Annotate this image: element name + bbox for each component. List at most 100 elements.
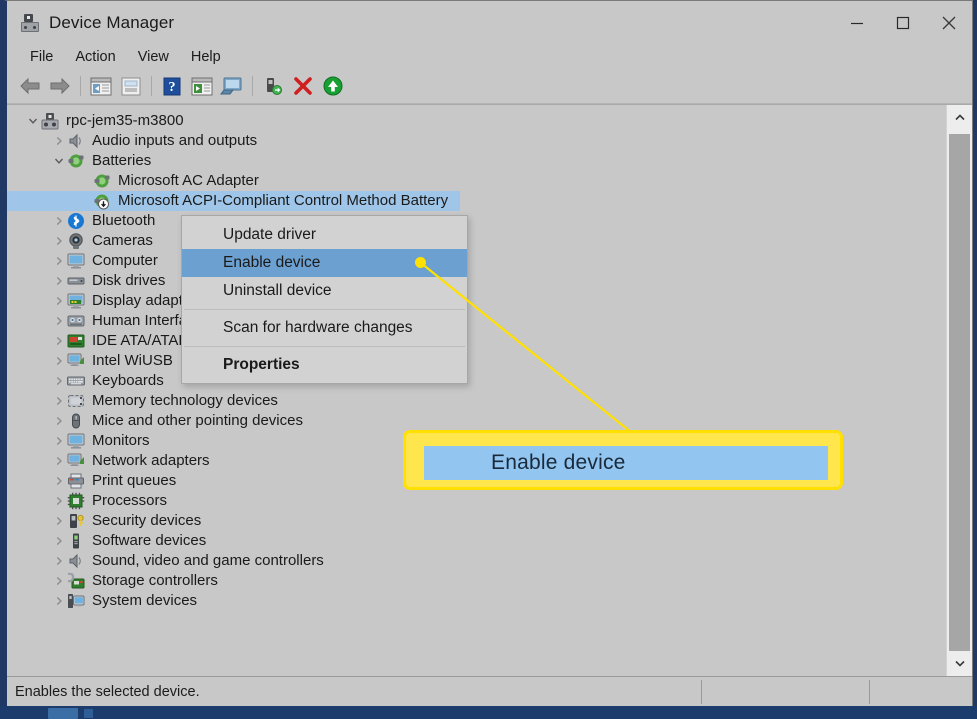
- security-device-icon: [67, 512, 85, 530]
- menu-bar: File Action View Help: [7, 45, 972, 69]
- network-adapter-icon: [67, 352, 85, 370]
- toolbar-separator: [151, 76, 152, 96]
- scroll-down-button[interactable]: [947, 651, 972, 676]
- context-menu-separator: [184, 309, 465, 310]
- tree-item[interactable]: Processors: [7, 491, 947, 511]
- tree-item[interactable]: Microsoft ACPI-Compliant Control Method …: [7, 191, 947, 211]
- tree-twisty-expanded[interactable]: [25, 111, 41, 131]
- tree-item[interactable]: Software devices: [7, 531, 947, 551]
- battery-icon: [67, 152, 85, 170]
- tree-item[interactable]: Sound, video and game controllers: [7, 551, 947, 571]
- tree-twisty-collapsed[interactable]: [51, 451, 67, 471]
- device-manager-icon: [21, 14, 39, 32]
- scrollbar-thumb[interactable]: [949, 134, 970, 668]
- tree-item[interactable]: IDE ATA/ATAPI controllers: [7, 331, 184, 351]
- tree-item[interactable]: Security devices: [7, 511, 947, 531]
- tree-twisty-collapsed[interactable]: [51, 571, 67, 591]
- taskbar-item[interactable]: [84, 709, 93, 718]
- ide-controller-icon: [67, 332, 85, 350]
- context-menu[interactable]: Update driver Enable device Uninstall devi…: [181, 215, 468, 384]
- tree-item-label: Print queues: [92, 472, 177, 489]
- tree-twisty-collapsed[interactable]: [51, 331, 67, 351]
- tree-item[interactable]: Microsoft AC Adapter: [7, 171, 947, 191]
- tree-item[interactable]: Audio inputs and outputs: [7, 131, 947, 151]
- tree-item-label: rpc-jem35-m3800: [66, 112, 184, 129]
- tree-item[interactable]: Intel WiUSB: [7, 351, 184, 371]
- tree-twisty-collapsed[interactable]: [51, 131, 67, 151]
- context-menu-item[interactable]: Uninstall device: [182, 277, 467, 305]
- mouse-icon: [67, 412, 85, 430]
- tree-item[interactable]: Display adapters: [7, 291, 184, 311]
- show-hide-console-tree-icon[interactable]: [86, 72, 116, 100]
- tree-twisty-collapsed[interactable]: [51, 471, 67, 491]
- maximize-button[interactable]: [880, 1, 926, 45]
- tree-item[interactable]: System devices: [7, 591, 947, 611]
- tree-twisty-collapsed[interactable]: [51, 531, 67, 551]
- tree-item[interactable]: Mice and other pointing devices: [7, 411, 947, 431]
- tree-twisty-collapsed[interactable]: [51, 431, 67, 451]
- tree-twisty-collapsed[interactable]: [51, 291, 67, 311]
- tree-twisty-collapsed[interactable]: [51, 231, 67, 251]
- context-menu-item[interactable]: Update driver: [182, 221, 467, 249]
- tree-item[interactable]: rpc-jem35-m3800: [7, 111, 947, 131]
- tree-item[interactable]: Human Interface Devices: [7, 311, 184, 331]
- tree-twisty-collapsed[interactable]: [51, 311, 67, 331]
- uninstall-device-icon[interactable]: [288, 72, 318, 100]
- tree-item-label: Computer: [92, 252, 158, 269]
- menu-view[interactable]: View: [127, 47, 180, 67]
- monitor-icon: [67, 432, 85, 450]
- window-title: Device Manager: [49, 13, 175, 32]
- status-text: Enables the selected device.: [15, 684, 200, 700]
- scrollbar-track[interactable]: [947, 130, 972, 668]
- tree-item[interactable]: Bluetooth: [7, 211, 184, 231]
- tree-item-label: Memory technology devices: [92, 392, 278, 409]
- tree-twisty-collapsed[interactable]: [51, 491, 67, 511]
- tree-item-label: Microsoft ACPI-Compliant Control Method …: [118, 192, 449, 209]
- tree-twisty-collapsed[interactable]: [51, 271, 67, 291]
- tree-twisty-collapsed[interactable]: [51, 351, 67, 371]
- network-adapter-icon: [67, 452, 85, 470]
- scan-for-hardware-changes-icon[interactable]: [217, 72, 247, 100]
- tree-twisty-collapsed[interactable]: [51, 551, 67, 571]
- enable-device-icon[interactable]: [318, 72, 348, 100]
- properties-icon[interactable]: [116, 72, 146, 100]
- forward-icon[interactable]: [45, 72, 75, 100]
- context-menu-item[interactable]: Scan for hardware changes: [182, 314, 467, 342]
- close-button[interactable]: [926, 1, 972, 45]
- minimize-button[interactable]: [834, 1, 880, 45]
- tree-item-label: Network adapters: [92, 452, 210, 469]
- menu-help[interactable]: Help: [180, 47, 232, 67]
- update-driver-icon[interactable]: [258, 72, 288, 100]
- tree-twisty-collapsed[interactable]: [51, 511, 67, 531]
- tree-item[interactable]: Memory technology devices: [7, 391, 947, 411]
- tree-twisty-collapsed[interactable]: [51, 411, 67, 431]
- scroll-up-button[interactable]: [947, 105, 972, 130]
- title-bar: Device Manager: [7, 1, 972, 45]
- vertical-scrollbar[interactable]: [946, 105, 972, 676]
- tree-twisty-expanded[interactable]: [51, 151, 67, 171]
- tree-item-label: System devices: [92, 592, 198, 609]
- tree-twisty-collapsed[interactable]: [51, 211, 67, 231]
- back-icon[interactable]: [15, 72, 45, 100]
- tree-item[interactable]: Storage controllers: [7, 571, 947, 591]
- tree-item[interactable]: Batteries: [7, 151, 947, 171]
- show-hide-action-pane-icon[interactable]: [187, 72, 217, 100]
- tree-item[interactable]: Computer: [7, 251, 184, 271]
- tree-item[interactable]: Keyboards: [7, 371, 947, 391]
- tree-twisty-collapsed[interactable]: [51, 591, 67, 611]
- taskbar-item[interactable]: [48, 708, 78, 719]
- device-tree[interactable]: rpc-jem35-m3800 Audio inputs and outputs B…: [7, 105, 947, 676]
- keyboard-icon: [67, 372, 85, 390]
- help-icon[interactable]: ?: [157, 72, 187, 100]
- tree-twisty-collapsed[interactable]: [51, 371, 67, 391]
- tree-item-label: Processors: [92, 492, 168, 509]
- tree-twisty-collapsed[interactable]: [51, 391, 67, 411]
- window-controls: [834, 1, 972, 45]
- tree-twisty-collapsed[interactable]: [51, 251, 67, 271]
- tree-item[interactable]: Disk drives: [7, 271, 184, 291]
- context-menu-item[interactable]: Properties: [182, 351, 467, 379]
- menu-file[interactable]: File: [19, 47, 64, 67]
- memory-icon: [67, 392, 85, 410]
- menu-action[interactable]: Action: [64, 47, 126, 67]
- tree-item[interactable]: Cameras: [7, 231, 184, 251]
